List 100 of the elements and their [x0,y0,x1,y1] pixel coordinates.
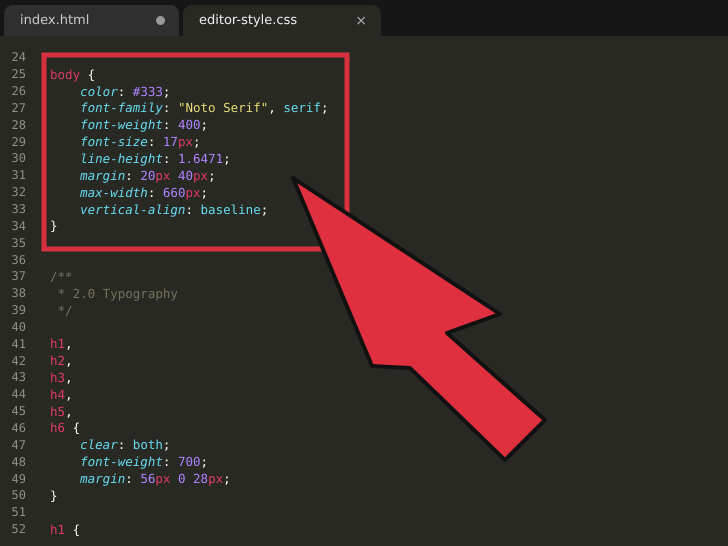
line-number: 40 [10,320,26,334]
css-property: font-family [79,100,163,116]
code-punctuation: ; [200,454,208,470]
css-unit: px [185,184,201,200]
line-number: 37 [10,269,26,284]
code-punctuation: ; [200,117,208,132]
css-property: font-weight [79,117,163,132]
css-value: both [132,437,163,452]
code-punctuation: ; [223,471,231,486]
code-punctuation: : [118,437,126,452]
code-punctuation: { [86,66,96,82]
line-number: 31 [10,168,26,182]
code-punctuation: : [125,168,134,183]
css-unit: px [155,471,170,486]
code-punctuation: : [162,150,172,166]
code-punctuation: } [50,488,58,503]
line-number: 51 [10,505,26,520]
line-number: 32 [10,185,26,200]
line-number: 29 [10,134,26,149]
code-punctuation: : [118,84,126,99]
code-punctuation: : [185,202,194,217]
css-property: font-weight [79,454,163,470]
line-number: 35 [10,236,26,250]
line-number: 36 [10,252,26,267]
code-comment: * 2.0 Typography [56,286,178,301]
line-number: 25 [10,67,26,82]
code-punctuation: ; [162,437,170,452]
css-number: 0 28 [176,471,208,486]
code-punctuation: : [125,471,134,486]
line-number: 24 [10,50,26,64]
css-selector: h4 [50,386,66,402]
code-punctuation: ; [200,184,208,200]
line-number: 42 [10,354,26,368]
css-property: margin [79,471,126,486]
css-property: line-height [79,150,163,166]
css-number: 20 [140,168,156,183]
code-punctuation: , [65,353,73,368]
css-value: serif [283,100,321,116]
code-punctuation: { [72,522,80,537]
css-number: 56 [140,471,156,486]
line-number: 47 [10,438,26,452]
css-string: "Noto Serif" [178,100,268,116]
editor-tab[interactable]: index.html [4,5,179,36]
code-punctuation: : [162,100,172,116]
line-number: 44 [10,387,26,402]
line-number: 33 [10,202,26,216]
line-number: 38 [10,286,26,300]
close-tab-button[interactable]: × [355,12,367,28]
css-number: 1.6471 [178,150,224,166]
code-punctuation: ; [162,84,170,99]
code-punctuation: ; [223,150,231,166]
css-value: baseline [200,202,261,217]
css-property: clear [79,437,118,452]
line-number: 43 [10,370,26,384]
css-property: font-size [79,134,148,150]
css-unit: px [193,168,208,183]
line-number: 41 [10,336,26,351]
css-number: 400 [178,117,201,132]
editor-tab[interactable]: editor-style.css × [183,5,381,36]
code-punctuation: ; [193,134,201,150]
line-number: 28 [10,118,26,132]
line-number: 46 [10,420,26,435]
code-punctuation: : [148,134,156,150]
css-property: vertical-align [79,202,186,217]
line-number: 49 [10,472,26,486]
css-selector: h2 [50,353,66,368]
css-unit: px [208,471,224,486]
css-selector: h5 [50,404,66,419]
code-punctuation: { [72,420,80,436]
code-punctuation: ; [320,100,328,116]
css-number: 17 [162,134,178,150]
code-punctuation: ; [260,202,268,217]
css-number: 700 [178,454,201,470]
line-number: 50 [10,488,26,502]
code-comment: */ [56,302,73,318]
code-punctuation: : [148,184,156,200]
code-punctuation: , [65,370,73,385]
css-selector: h6 [50,420,66,436]
css-selector: h3 [50,370,66,385]
code-punctuation: : [162,454,172,470]
code-punctuation: ; [208,168,216,183]
code-punctuation: , [268,100,277,116]
css-selector: body [50,66,80,82]
css-number: #333 [132,84,163,99]
line-number: 34 [10,218,26,233]
line-number: 26 [10,84,26,98]
css-unit: px [178,134,194,150]
code-punctuation: , [65,386,73,402]
code-punctuation: } [50,218,58,234]
css-selector: h1 [50,336,66,352]
code-punctuation: , [65,404,73,419]
line-number: 39 [10,303,26,318]
line-number: 52 [10,522,26,536]
css-property: max-width [79,184,148,200]
code-comment: /** [50,268,73,284]
css-number: 40 [176,168,194,183]
css-unit: px [155,168,170,183]
css-number: 660 [162,184,186,200]
line-number: 27 [10,100,26,115]
code-punctuation: , [65,336,73,352]
